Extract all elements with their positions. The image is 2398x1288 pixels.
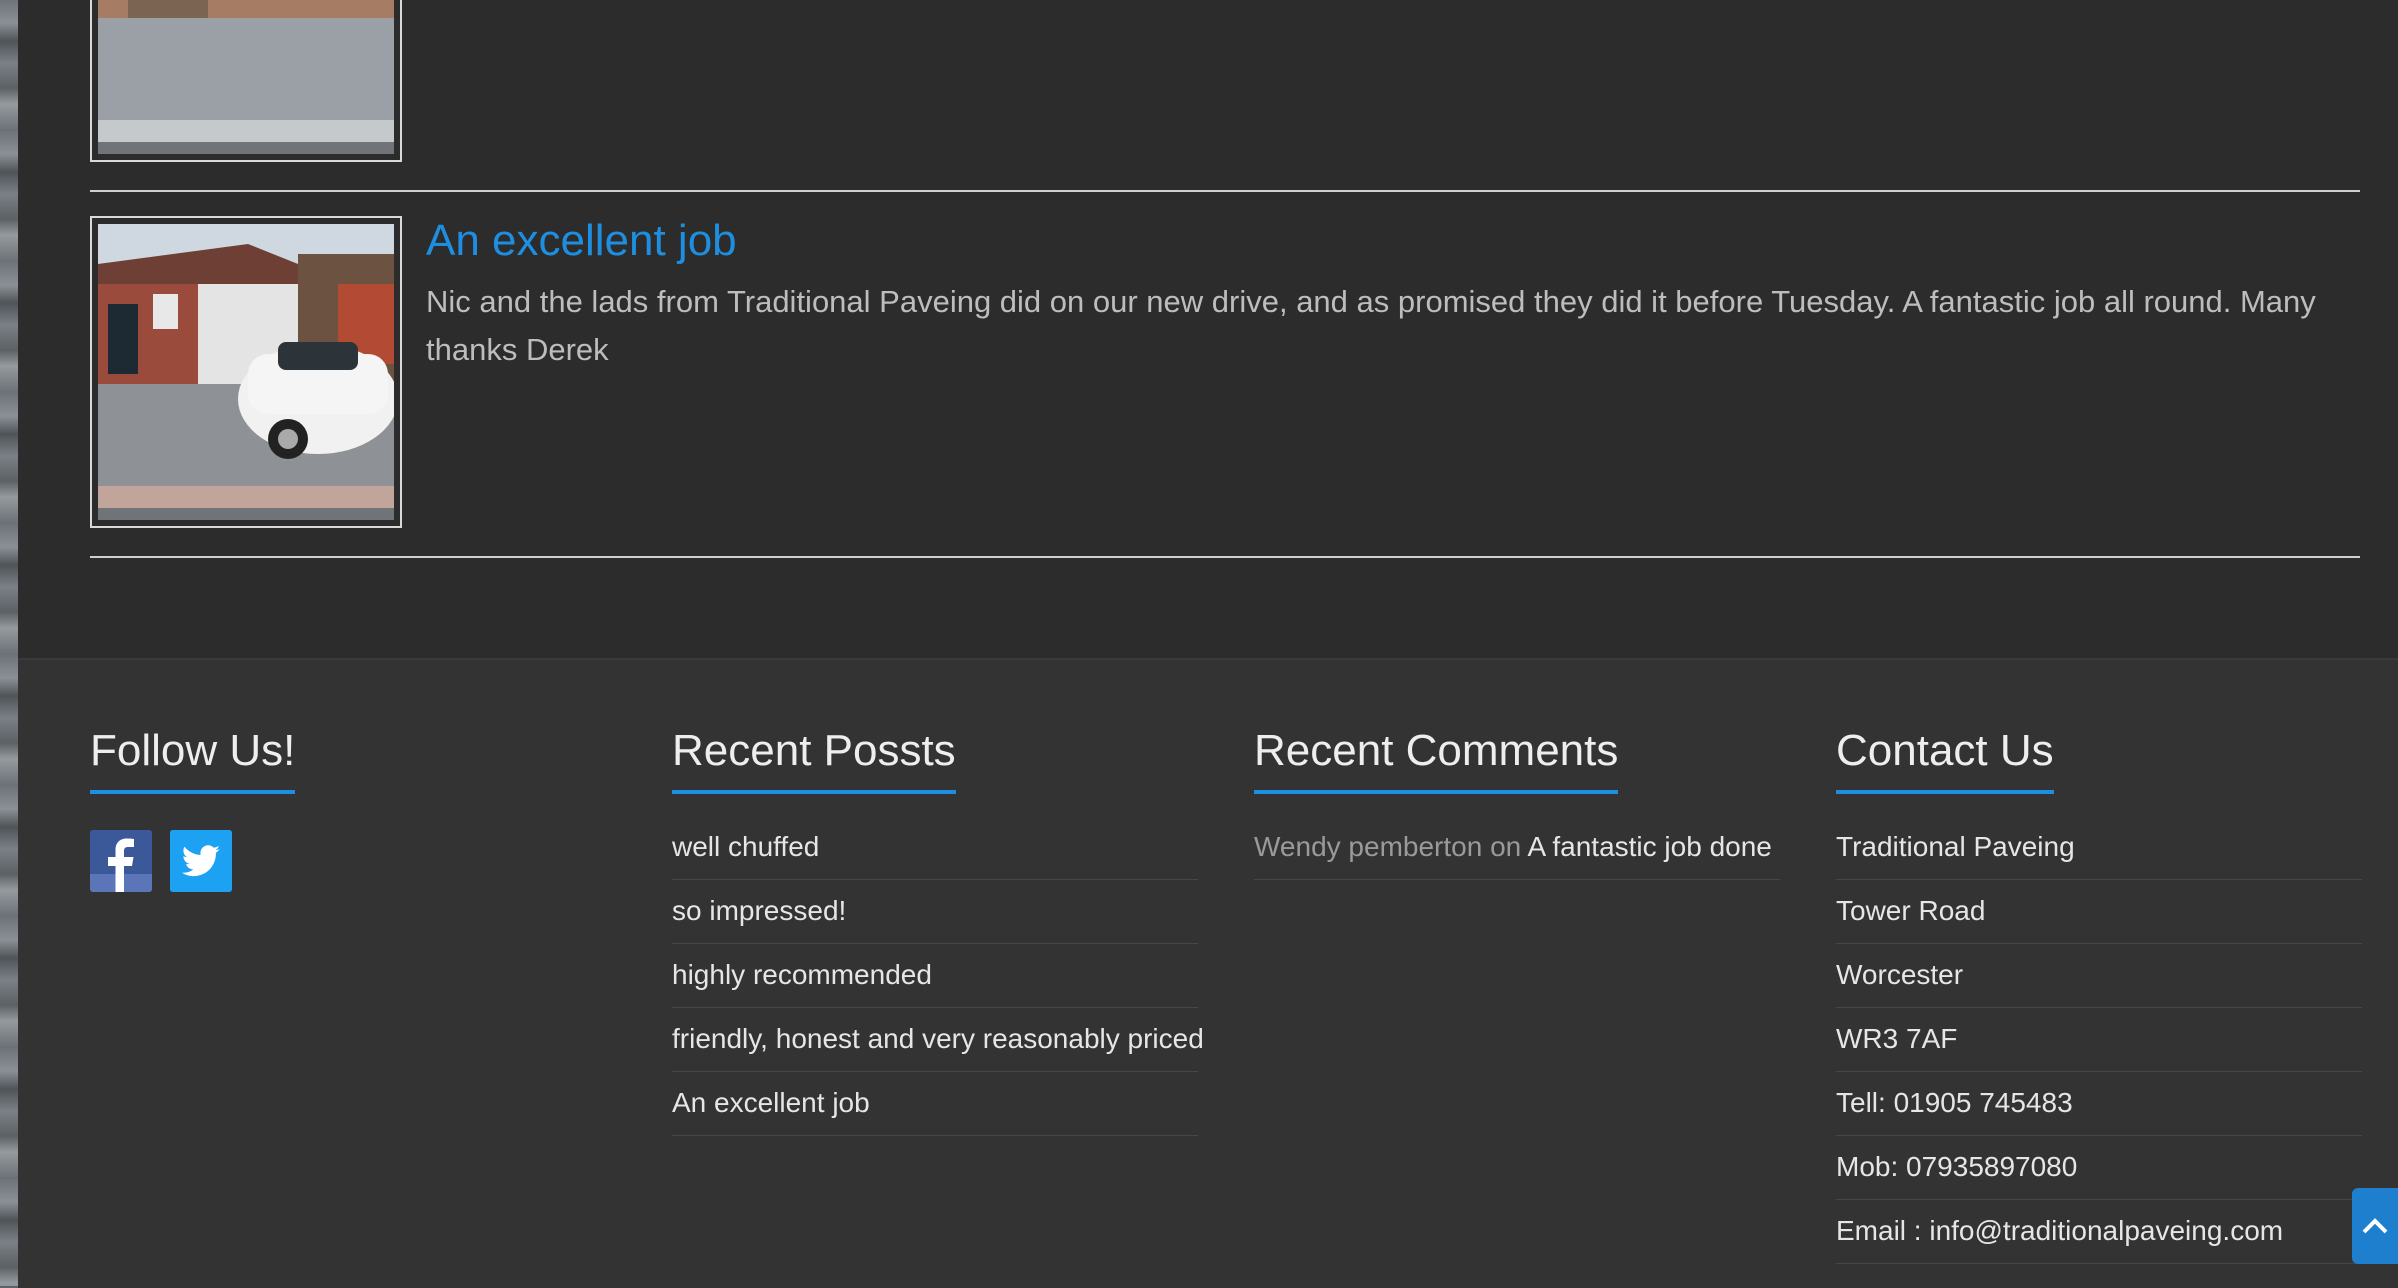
recent-post-link[interactable]: so impressed! — [672, 880, 1198, 944]
recent-posts-list: well chuffed so impressed! highly recomm… — [672, 816, 1204, 1136]
driveway-car-image — [98, 224, 394, 520]
contact-company: Traditional Paveing — [1836, 816, 2362, 880]
contact-us-widget: Contact Us Traditional Paveing Tower Roa… — [1836, 726, 2362, 1264]
comment-on-label: on — [1490, 831, 1522, 862]
post-title-link[interactable]: An excellent job — [426, 216, 737, 266]
contact-city: Worcester — [1836, 944, 2362, 1008]
recent-post-link[interactable]: highly recommended — [672, 944, 1198, 1008]
page: An excellent job Nic and the lads from T… — [18, 0, 2398, 1288]
contact-us-heading: Contact Us — [1836, 726, 2054, 794]
recent-comments-widget: Recent Comments Wendy pemberton on A fan… — [1254, 726, 1780, 880]
scroll-to-top-button[interactable] — [2352, 1188, 2398, 1264]
contact-telephone: Tell: 01905 745483 — [1836, 1072, 2362, 1136]
follow-us-heading: Follow Us! — [90, 726, 296, 794]
contact-postcode: WR3 7AF — [1836, 1008, 2362, 1072]
footer: Follow Us! Recent Possts well chuffed so… — [18, 658, 2398, 1288]
comment-post-link[interactable]: A fantastic job done — [1527, 831, 1771, 862]
recent-comments-list: Wendy pemberton on A fantastic job done — [1254, 816, 1780, 880]
recent-posts-widget: Recent Possts well chuffed so impressed!… — [672, 726, 1204, 1136]
contact-email: Email : info@traditionalpaveing.com — [1836, 1200, 2362, 1264]
recent-comments-heading: Recent Comments — [1254, 726, 1619, 794]
post-list: An excellent job Nic and the lads from T… — [18, 0, 2398, 658]
comment-author: Wendy pemberton — [1254, 831, 1483, 862]
post-divider — [90, 190, 2360, 192]
contact-mobile: Mob: 07935897080 — [1836, 1136, 2362, 1200]
driveway-image — [98, 0, 394, 154]
post-divider — [90, 556, 2360, 558]
recent-post-link[interactable]: friendly, honest and very reasonably pri… — [672, 1008, 1204, 1072]
stone-wall-background — [0, 0, 18, 1286]
post-thumbnail[interactable] — [90, 216, 402, 528]
post-excerpt: Nic and the lads from Traditional Pavein… — [426, 284, 2316, 367]
contact-details-list: Traditional Paveing Tower Road Worcester… — [1836, 816, 2362, 1264]
recent-post-link[interactable]: An excellent job — [672, 1072, 1198, 1136]
post-thumbnail[interactable] — [90, 0, 402, 162]
recent-posts-heading: Recent Possts — [672, 726, 956, 794]
contact-street: Tower Road — [1836, 880, 2362, 944]
follow-us-widget: Follow Us! — [90, 726, 616, 892]
social-links — [90, 830, 616, 892]
twitter-icon[interactable] — [170, 830, 232, 892]
recent-comment-item: Wendy pemberton on A fantastic job done — [1254, 816, 1780, 880]
recent-post-link[interactable]: well chuffed — [672, 816, 1198, 880]
chevron-up-icon — [2362, 1218, 2388, 1234]
facebook-icon[interactable] — [90, 830, 152, 892]
